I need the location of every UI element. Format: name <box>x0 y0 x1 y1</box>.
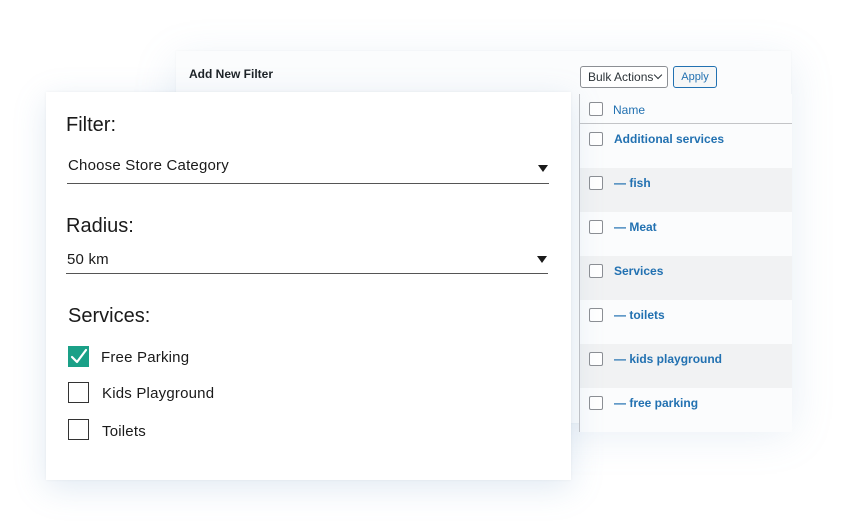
bulk-actions-select[interactable]: Bulk Actions <box>580 66 668 88</box>
row-checkbox[interactable] <box>589 132 603 146</box>
caret-down-icon <box>537 256 547 263</box>
row-checkbox[interactable] <box>589 352 603 366</box>
row-checkbox[interactable] <box>589 264 603 278</box>
select-underline <box>67 183 549 184</box>
term-link[interactable]: — free parking <box>614 396 698 410</box>
kids-playground-label: Kids Playground <box>102 385 215 402</box>
free-parking-checkbox[interactable] <box>68 346 89 367</box>
apply-button[interactable]: Apply <box>673 66 717 88</box>
table-row: — Meat <box>580 212 792 256</box>
table-row: — kids playground <box>580 344 792 388</box>
filter-label: Filter: <box>66 114 116 136</box>
chevron-down-icon <box>653 70 663 80</box>
table-row: — toilets <box>580 300 792 344</box>
terms-table: Name Additional services — fish — Meat S… <box>579 94 792 432</box>
term-link[interactable]: — Meat <box>614 220 657 234</box>
table-row: Additional services <box>580 124 792 168</box>
row-checkbox[interactable] <box>589 396 603 410</box>
select-all-checkbox[interactable] <box>589 102 603 116</box>
add-new-filter-title: Add New Filter <box>189 67 274 81</box>
bulk-actions-label: Bulk Actions <box>588 70 654 84</box>
term-link[interactable]: Additional services <box>614 132 724 146</box>
radius-label: Radius: <box>66 215 134 237</box>
term-link[interactable]: — kids playground <box>614 352 722 366</box>
table-row: — fish <box>580 168 792 212</box>
caret-down-icon <box>538 165 548 172</box>
table-row: — free parking <box>580 388 792 432</box>
term-link[interactable]: — fish <box>614 176 651 190</box>
select-underline <box>66 273 548 274</box>
table-row: Services <box>580 256 792 300</box>
row-checkbox[interactable] <box>589 308 603 322</box>
checkmark-icon <box>70 348 88 364</box>
filter-card: Filter: Choose Store Category Radius: 50… <box>46 92 571 480</box>
row-checkbox[interactable] <box>589 220 603 234</box>
name-column-header[interactable]: Name <box>613 103 645 117</box>
table-header: Name <box>580 94 792 124</box>
term-link[interactable]: Services <box>614 264 663 278</box>
toilets-checkbox[interactable] <box>68 419 89 440</box>
store-category-value: Choose Store Category <box>68 157 229 174</box>
term-link[interactable]: — toilets <box>614 308 665 322</box>
row-checkbox[interactable] <box>589 176 603 190</box>
services-label: Services: <box>68 305 151 327</box>
radius-value: 50 km <box>67 251 109 268</box>
free-parking-label: Free Parking <box>101 349 190 366</box>
toilets-label: Toilets <box>102 423 146 440</box>
kids-playground-checkbox[interactable] <box>68 382 89 403</box>
